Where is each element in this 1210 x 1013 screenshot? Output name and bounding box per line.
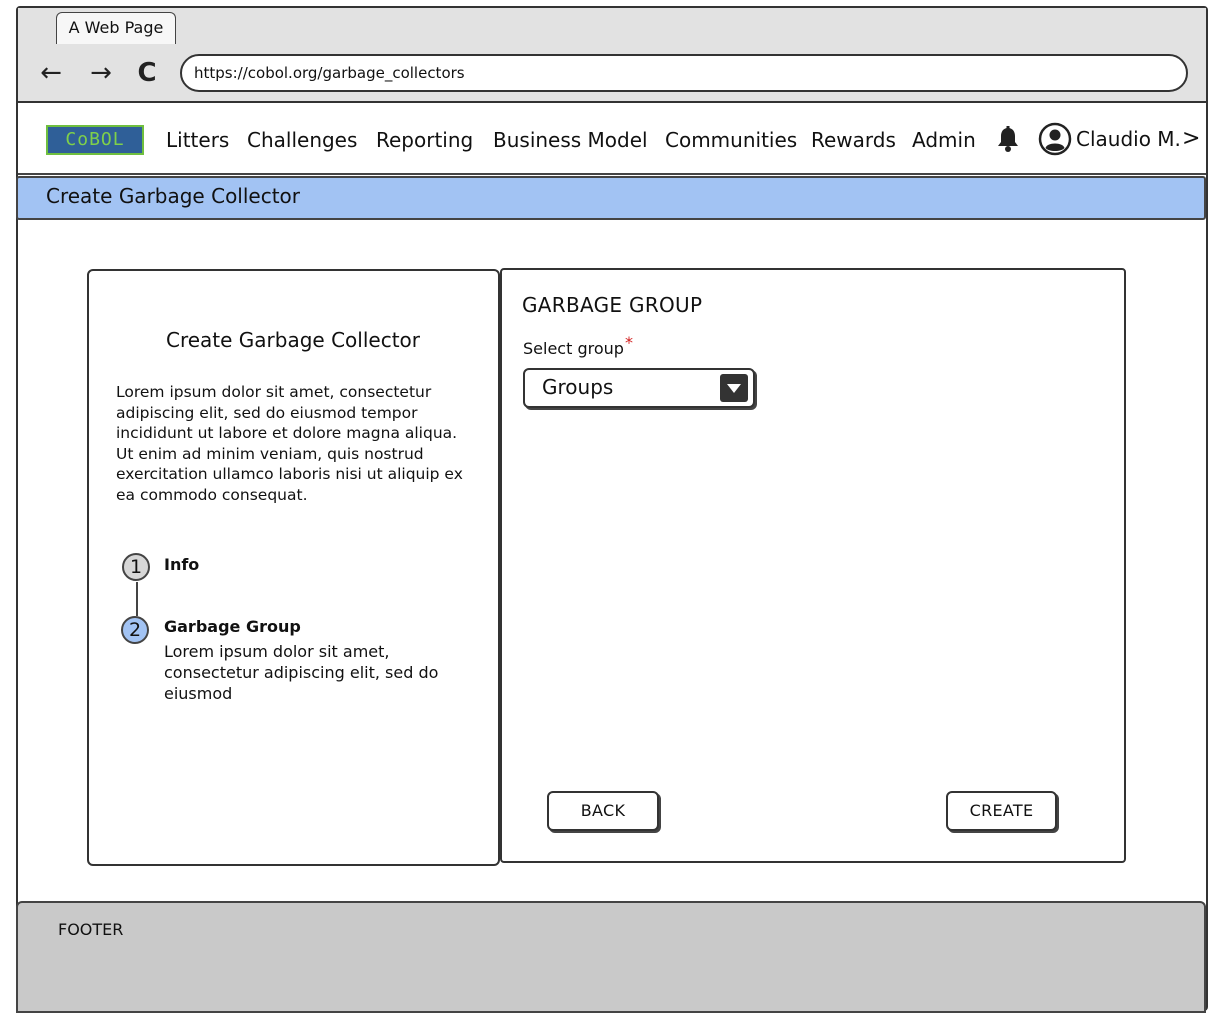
- reload-icon[interactable]: C: [130, 58, 164, 88]
- step-1-number[interactable]: 1: [122, 553, 150, 581]
- create-button[interactable]: CREATE: [946, 791, 1057, 831]
- step-2-description: Lorem ipsum dolor sit amet, consectetur …: [164, 642, 439, 703]
- back-arrow-icon[interactable]: ←: [34, 58, 68, 88]
- footer-text: FOOTER: [58, 920, 124, 939]
- user-avatar-icon[interactable]: [1038, 122, 1072, 156]
- select-group-label: Select group: [523, 339, 624, 358]
- chevron-right-icon[interactable]: >: [1182, 126, 1200, 152]
- nav-link-admin[interactable]: Admin: [912, 127, 976, 153]
- nav-link-reporting[interactable]: Reporting: [376, 127, 473, 153]
- browser-tab[interactable]: A Web Page: [56, 12, 176, 44]
- cobol-logo[interactable]: CoBOL: [46, 125, 144, 155]
- footer: [16, 901, 1206, 1013]
- nav-link-business-model[interactable]: Business Model: [493, 127, 648, 153]
- step-1-label[interactable]: Info: [164, 554, 199, 576]
- user-name[interactable]: Claudio M.: [1076, 126, 1181, 152]
- section-heading: GARBAGE GROUP: [522, 293, 703, 317]
- group-select-value[interactable]: Groups: [542, 374, 613, 400]
- stepper-title: Create Garbage Collector: [165, 328, 420, 352]
- dropdown-icon[interactable]: [720, 374, 748, 402]
- nav-link-communities[interactable]: Communities: [665, 127, 797, 153]
- back-button[interactable]: BACK: [547, 791, 659, 831]
- page-title: Create Garbage Collector: [46, 184, 301, 208]
- step-2-label[interactable]: Garbage Group: [164, 616, 301, 638]
- forward-arrow-icon[interactable]: →: [84, 58, 118, 88]
- step-connector: [136, 582, 138, 616]
- step-2-number[interactable]: 2: [121, 616, 149, 644]
- nav-link-challenges[interactable]: Challenges: [247, 127, 357, 153]
- nav-link-litters[interactable]: Litters: [166, 127, 229, 153]
- required-asterisk: *: [625, 333, 633, 352]
- stepper-description: Lorem ipsum dolor sit amet, consectetur …: [116, 383, 463, 504]
- nav-link-rewards[interactable]: Rewards: [811, 127, 896, 153]
- url-bar[interactable]: https://cobol.org/garbage_collectors: [180, 54, 1188, 92]
- bell-icon[interactable]: [993, 124, 1023, 154]
